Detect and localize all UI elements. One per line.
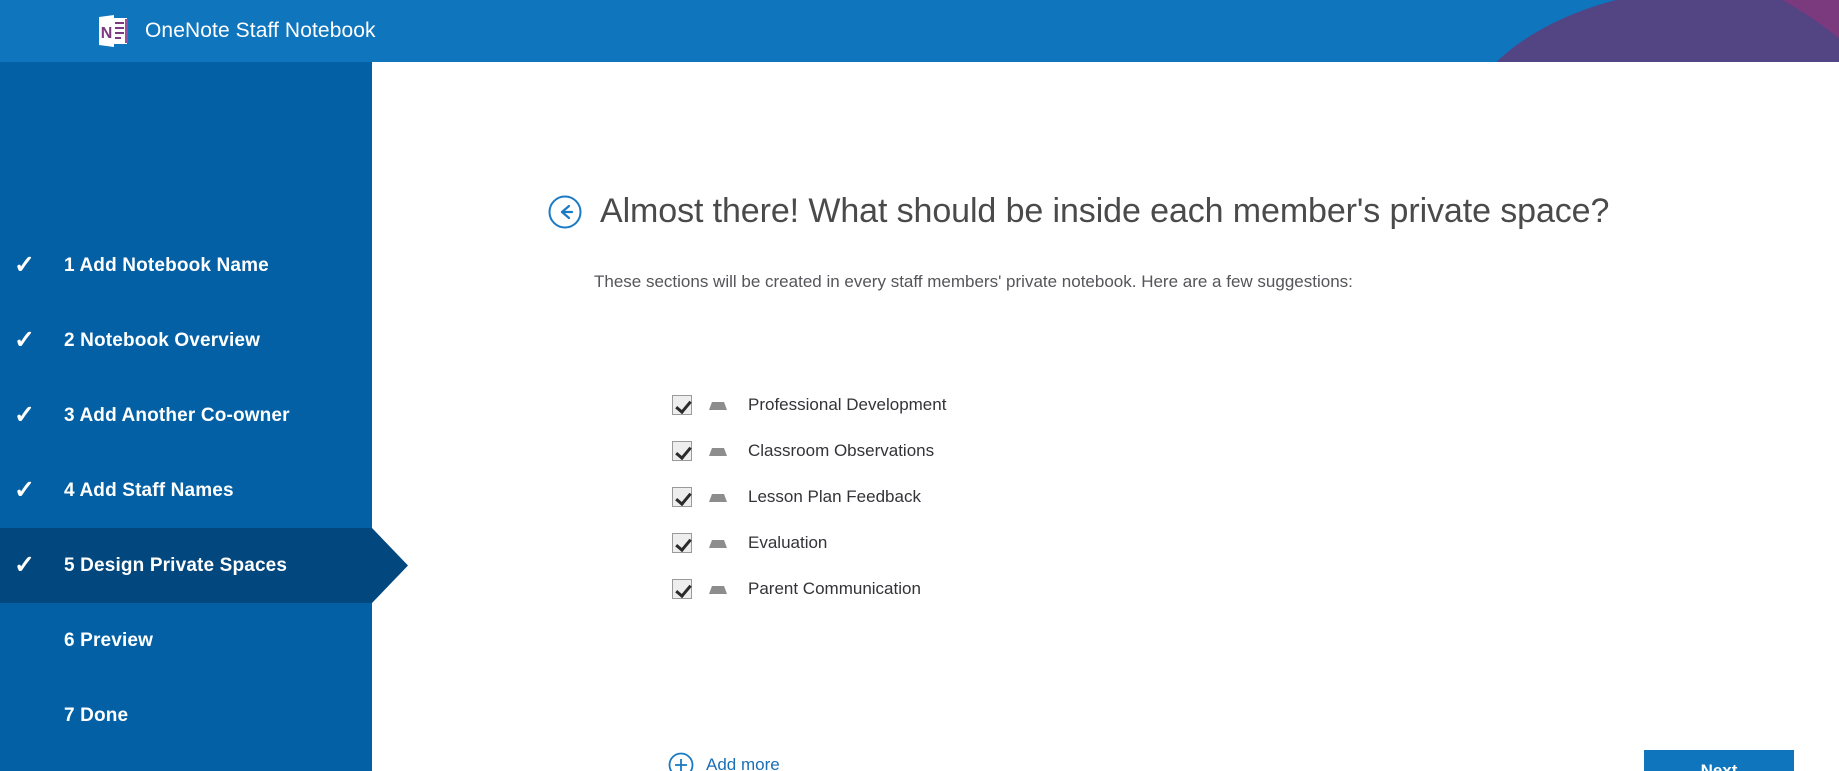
next-button[interactable]: Next xyxy=(1644,750,1794,771)
check-icon: ✓ xyxy=(14,551,35,579)
sidebar-item-design-private-spaces[interactable]: ✓ 5 Design Private Spaces xyxy=(0,528,408,603)
section-tab-icon xyxy=(709,448,727,456)
page-title: Almost there! What should be inside each… xyxy=(600,192,1610,230)
header-brand: N OneNote Staff Notebook xyxy=(96,0,376,62)
svg-text:N: N xyxy=(101,25,113,42)
check-icon: ✓ xyxy=(14,476,35,504)
onenote-logo-icon: N xyxy=(99,15,128,47)
back-arrow-circle-icon[interactable] xyxy=(548,195,582,229)
sidebar-item-label: 3 Add Another Co-owner xyxy=(64,404,290,426)
check-icon: ✓ xyxy=(14,251,35,279)
sidebar-item-label: 5 Design Private Spaces xyxy=(64,554,288,576)
section-list-item[interactable]: Lesson Plan Feedback xyxy=(672,474,946,520)
app-title: OneNote Staff Notebook xyxy=(145,19,376,42)
section-checkbox[interactable] xyxy=(672,487,692,507)
sidebar-item-label: 1 Add Notebook Name xyxy=(64,254,269,276)
active-step-pointer-icon xyxy=(372,528,408,603)
check-icon: ✓ xyxy=(14,326,35,354)
section-checkbox[interactable] xyxy=(672,533,692,553)
check-icon: ✓ xyxy=(14,401,35,429)
sidebar-item-label: 4 Add Staff Names xyxy=(64,479,234,501)
sidebar-item-add-another-co-owner[interactable]: ✓ 3 Add Another Co-owner xyxy=(0,378,372,453)
section-label: Classroom Observations xyxy=(748,441,935,460)
section-label: Evaluation xyxy=(748,533,828,552)
sidebar-item-label: 7 Done xyxy=(64,704,129,726)
section-checkbox[interactable] xyxy=(672,395,692,415)
add-more-button[interactable]: Add more xyxy=(668,752,780,771)
section-checkbox[interactable] xyxy=(672,579,692,599)
sidebar-item-add-staff-names[interactable]: ✓ 4 Add Staff Names xyxy=(0,453,372,528)
sidebar-item-add-notebook-name[interactable]: ✓ 1 Add Notebook Name xyxy=(0,228,372,303)
section-checkbox[interactable] xyxy=(672,441,692,461)
page-heading-row: Almost there! What should be inside each… xyxy=(548,192,1609,231)
sidebar-item-notebook-overview[interactable]: ✓ 2 Notebook Overview xyxy=(0,303,372,378)
sidebar-item-preview[interactable]: 6 Preview xyxy=(0,603,372,678)
section-label: Parent Communication xyxy=(748,579,921,598)
section-tab-icon xyxy=(709,402,727,410)
section-tab-icon xyxy=(709,540,727,548)
wizard-content-pane: Almost there! What should be inside each… xyxy=(372,62,1839,771)
onenote-staff-notebook-wizard: N OneNote Staff Notebook ✓ 1 Add Noteboo… xyxy=(0,0,1839,771)
sidebar-item-done[interactable]: 7 Done xyxy=(0,678,372,753)
section-list-item[interactable]: Professional Development xyxy=(672,382,946,428)
section-list-item[interactable]: Parent Communication xyxy=(672,566,946,612)
wizard-step-list: ✓ 1 Add Notebook Name ✓ 2 Notebook Overv… xyxy=(0,228,408,753)
section-tab-icon xyxy=(709,494,727,502)
section-label: Professional Development xyxy=(748,395,947,414)
plus-circle-icon xyxy=(668,752,694,771)
section-list-item[interactable]: Classroom Observations xyxy=(672,428,946,474)
add-more-label: Add more xyxy=(706,755,780,771)
section-label: Lesson Plan Feedback xyxy=(748,487,921,506)
app-header: N OneNote Staff Notebook xyxy=(0,0,1839,62)
wizard-sidebar: ✓ 1 Add Notebook Name ✓ 2 Notebook Overv… xyxy=(0,62,408,771)
section-tab-icon xyxy=(709,586,727,594)
page-subtitle: These sections will be created in every … xyxy=(594,272,1353,291)
section-list-item[interactable]: Evaluation xyxy=(672,520,946,566)
sidebar-item-label: 2 Notebook Overview xyxy=(64,329,261,351)
suggested-sections-list: Professional Development Classroom Obser… xyxy=(672,382,946,612)
header-decorative-swoosh xyxy=(1496,0,1839,62)
sidebar-item-label: 6 Preview xyxy=(64,629,154,651)
